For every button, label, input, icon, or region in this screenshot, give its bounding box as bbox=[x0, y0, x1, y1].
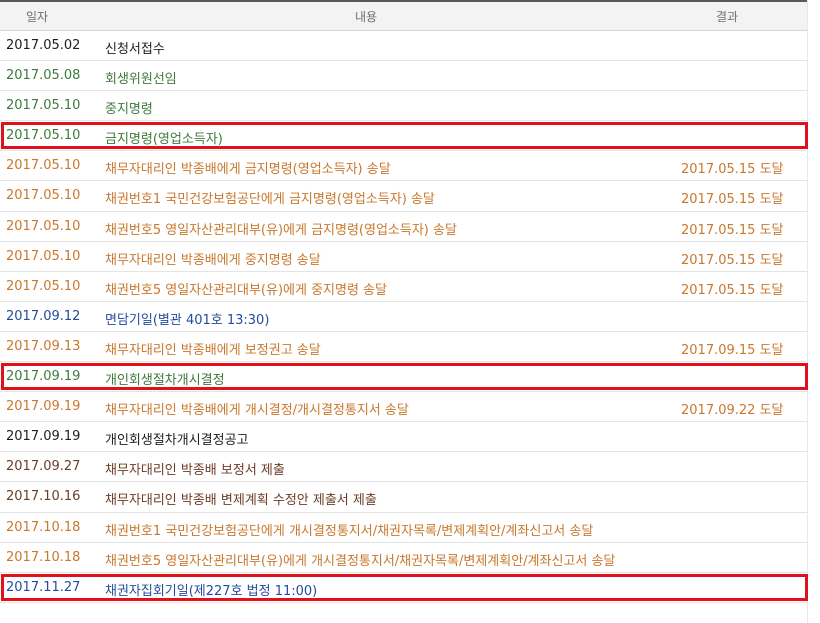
row-content: 중지명령 bbox=[105, 102, 153, 118]
row-date: 2017.10.18 bbox=[6, 549, 81, 565]
row-content: 채권자집회기일(제227호 법정 11:00) bbox=[105, 583, 318, 599]
table-row: 2017.09.19 개인회생절차개시결정 bbox=[0, 362, 808, 393]
row-date: 2017.05.10 bbox=[6, 218, 81, 234]
table-row: 2017.05.08 회생위원선임 bbox=[0, 61, 808, 92]
table-row: 2017.05.02 신청서접수 bbox=[0, 31, 808, 62]
row-content: 채무자대리인 박종배 변제계획 수정안 제출서 제출 bbox=[105, 493, 377, 509]
row-date: 2017.05.10 bbox=[6, 128, 81, 144]
row-content: 채권번호1 국민건강보험공단에게 개시결정통지서/채권자목록/변제계획안/계좌신… bbox=[105, 523, 594, 539]
table-row: 2017.10.18 채권번호5 영일자산관리대부(유)에게 개시결정통지서/채권… bbox=[0, 543, 808, 573]
row-content: 개인회생절차개시결정공고 bbox=[105, 433, 249, 449]
row-content: 채무자대리인 박종배에게 중지명령 송달 bbox=[105, 252, 321, 268]
table-row: 2017.09.19 개인회생절차개시결정공고 bbox=[0, 422, 808, 453]
table-row: 2017.05.10 중지명령 bbox=[0, 91, 808, 122]
row-content: 채무자대리인 박종배에게 개시결정/개시결정통지서 송달 bbox=[105, 403, 409, 419]
row-date: 2017.05.10 bbox=[6, 158, 81, 174]
row-content: 개인회생절차개시결정 bbox=[105, 373, 225, 389]
table-row: 2017.11.27 채권자집회기일(제227호 법정 11:00) bbox=[0, 573, 808, 603]
table-header: 일자 내용 결과 bbox=[0, 0, 808, 31]
row-date: 2017.09.19 bbox=[6, 399, 81, 415]
row-content: 채권번호1 국민건강보험공단에게 금지명령(영업소득자) 송달 bbox=[105, 192, 435, 208]
header-content: 내용 bbox=[355, 10, 378, 24]
row-result: 2017.05.15 도달 bbox=[681, 192, 784, 208]
row-result: 2017.05.15 도달 bbox=[681, 222, 784, 238]
table-row: 2017.05.10 금지명령(영업소득자) bbox=[0, 121, 808, 152]
table-row: 2017.05.10 채무자대리인 박종배에게 중지명령 송달 2017.05.15… bbox=[0, 242, 808, 272]
row-date: 2017.05.10 bbox=[6, 98, 81, 114]
row-date: 2017.09.13 bbox=[6, 338, 81, 354]
row-content: 채무자대리인 박종배에게 보정권고 송달 bbox=[105, 342, 321, 358]
case-progress-table: 일자 내용 결과 2017.05.02 신청서접수 2017.05.08 회생위원선임… bbox=[0, 0, 808, 623]
table-row: 2017.10.16 채무자대리인 박종배 변제계획 수정안 제출서 제출 bbox=[0, 482, 808, 513]
row-content: 채무자대리인 박종배에게 금지명령(영업소득자) 송달 bbox=[105, 162, 391, 178]
table-row: 2017.05.10 채권번호1 국민건강보험공단에게 금지명령(영업소득자) 송… bbox=[0, 181, 808, 212]
table-row: 2017.09.12 면담기일(별관 401호 13:30) bbox=[0, 302, 808, 332]
row-result: 2017.09.22 도달 bbox=[681, 403, 784, 419]
right-border bbox=[807, 0, 808, 623]
header-result: 결과 bbox=[716, 10, 739, 24]
table-row: 2017.05.10 채권번호5 영일자산관리대부(유)에게 금지명령(영업소득자… bbox=[0, 212, 808, 242]
row-content: 회생위원선임 bbox=[105, 72, 177, 88]
row-date: 2017.10.16 bbox=[6, 489, 81, 505]
row-date: 2017.05.10 bbox=[6, 188, 81, 204]
row-date: 2017.09.19 bbox=[6, 429, 81, 445]
row-date: 2017.10.18 bbox=[6, 519, 81, 535]
header-date: 일자 bbox=[26, 10, 49, 24]
table-row: 2017.05.10 채무자대리인 박종배에게 금지명령(영업소득자) 송달 201… bbox=[0, 151, 808, 182]
row-content: 금지명령(영업소득자) bbox=[105, 132, 223, 148]
row-date: 2017.05.08 bbox=[6, 68, 81, 84]
row-date: 2017.09.27 bbox=[6, 459, 81, 475]
row-date: 2017.11.27 bbox=[6, 579, 81, 595]
row-content: 채권번호5 영일자산관리대부(유)에게 중지명령 송달 bbox=[105, 282, 387, 298]
row-content: 채권번호5 영일자산관리대부(유)에게 금지명령(영업소득자) 송달 bbox=[105, 222, 457, 238]
row-content: 채무자대리인 박종배 보정서 제출 bbox=[105, 463, 285, 479]
row-result: 2017.09.15 도달 bbox=[681, 342, 784, 358]
table-row: 2017.09.27 채무자대리인 박종배 보정서 제출 bbox=[0, 452, 808, 483]
row-date: 2017.05.02 bbox=[6, 38, 81, 53]
row-result: 2017.05.15 도달 bbox=[681, 252, 784, 268]
row-content: 채권번호5 영일자산관리대부(유)에게 개시결정통지서/채권자목록/변제계획안/… bbox=[105, 553, 616, 569]
row-date: 2017.05.10 bbox=[6, 278, 81, 294]
table-row: 2017.09.19 채무자대리인 박종배에게 개시결정/개시결정통지서 송달 20… bbox=[0, 392, 808, 423]
table-body: 2017.05.02 신청서접수 2017.05.08 회생위원선임 2017.05.1… bbox=[0, 31, 808, 603]
row-date: 2017.05.10 bbox=[6, 248, 81, 264]
row-result: 2017.05.15 도달 bbox=[681, 282, 784, 298]
table-row: 2017.05.10 채권번호5 영일자산관리대부(유)에게 중지명령 송달 201… bbox=[0, 272, 808, 302]
row-result: 2017.05.15 도달 bbox=[681, 162, 784, 178]
table-row: 2017.10.18 채권번호1 국민건강보험공단에게 개시결정통지서/채권자목록… bbox=[0, 513, 808, 543]
row-content: 면담기일(별관 401호 13:30) bbox=[105, 312, 270, 328]
row-date: 2017.09.12 bbox=[6, 308, 81, 324]
row-content: 신청서접수 bbox=[105, 42, 165, 57]
table-row: 2017.09.13 채무자대리인 박종배에게 보정권고 송달 2017.09.15… bbox=[0, 332, 808, 363]
row-date: 2017.09.19 bbox=[6, 369, 81, 385]
